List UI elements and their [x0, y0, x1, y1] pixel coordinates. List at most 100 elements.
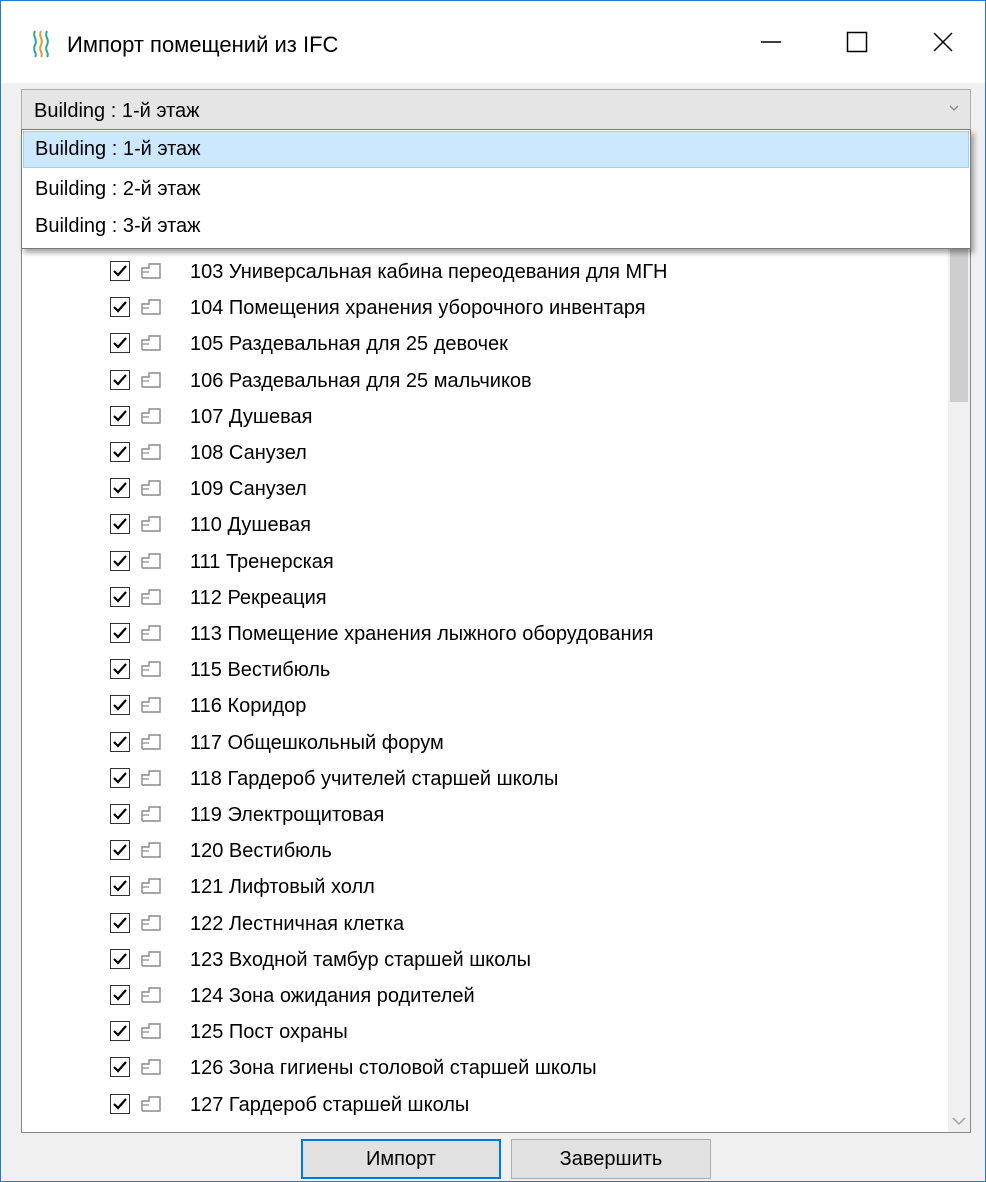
room-checkbox[interactable]: [110, 369, 130, 390]
room-checkbox[interactable]: [110, 1057, 130, 1078]
room-label: 115 Вестибюль: [190, 659, 331, 682]
room-label: 109 Санузел: [190, 478, 307, 501]
checkmark-icon: [113, 627, 127, 639]
room-icon: [141, 444, 161, 460]
checkmark-icon: [113, 699, 127, 711]
rooms-tree-list[interactable]: 103 Универсальная кабина переодевания дл…: [21, 129, 971, 1133]
room-row[interactable]: 120 Вестибюль: [22, 833, 950, 869]
room-checkbox[interactable]: [110, 550, 130, 571]
room-checkbox[interactable]: [110, 1021, 130, 1042]
level-option[interactable]: Building : 2-й этаж: [23, 171, 969, 208]
room-row[interactable]: 110 Душевая: [22, 507, 950, 543]
room-row[interactable]: 126 Зона гигиены столовой старшей школы: [22, 1050, 950, 1086]
room-row[interactable]: 111 Тренерская: [22, 544, 950, 580]
room-label: 116 Коридор: [190, 695, 307, 718]
room-checkbox[interactable]: [110, 1093, 130, 1114]
scrollbar-thumb[interactable]: [950, 242, 968, 402]
room-icon: [141, 697, 161, 714]
room-checkbox[interactable]: [110, 731, 130, 752]
checkmark-icon: [113, 916, 127, 929]
import-button[interactable]: Импорт: [301, 1139, 501, 1179]
level-option[interactable]: Building : 1-й этаж: [23, 131, 969, 168]
room-icon: [141, 516, 161, 533]
room-label: 110 Душевая: [190, 514, 311, 537]
level-select-value: Building : 1-й этаж: [34, 100, 200, 122]
room-row[interactable]: 115 Вестибюль: [22, 652, 950, 688]
room-icon: [141, 914, 161, 931]
room-icon: [141, 335, 161, 352]
room-checkbox[interactable]: [110, 514, 130, 535]
room-label: 127 Гардероб старшей школы: [190, 1093, 470, 1116]
room-checkbox[interactable]: [110, 840, 130, 861]
room-row[interactable]: 122 Лестничная клетка: [22, 906, 950, 942]
checkmark-icon: [113, 265, 127, 277]
room-row[interactable]: 105 Раздевальная для 25 девочек: [22, 326, 950, 362]
checkmark-icon: [113, 301, 127, 313]
room-label: 104 Помещения хранения уборочного инвент…: [190, 297, 646, 320]
vertical-scrollbar[interactable]: [948, 130, 970, 1132]
chevron-down-icon: [949, 105, 959, 111]
room-icon: [141, 1059, 161, 1076]
room-row[interactable]: 124 Зона ожидания родителей: [22, 978, 950, 1014]
room-row[interactable]: 125 Пост охраны: [22, 1014, 950, 1050]
room-checkbox[interactable]: [110, 586, 130, 607]
room-checkbox[interactable]: [110, 659, 130, 680]
room-checkbox[interactable]: [110, 297, 130, 318]
room-checkbox[interactable]: [110, 333, 130, 354]
room-label: 120 Вестибюль: [190, 840, 332, 863]
close-button[interactable]: [901, 1, 985, 83]
room-row[interactable]: 121 Лифтовый холл: [22, 869, 950, 905]
room-checkbox[interactable]: [110, 985, 130, 1005]
room-row[interactable]: 113 Помещение хранения лыжного оборудова…: [22, 616, 950, 652]
room-checkbox[interactable]: [110, 442, 130, 462]
finish-button[interactable]: Завершить: [511, 1139, 711, 1179]
room-row[interactable]: 118 Гардероб учителей старшей школы: [22, 761, 950, 797]
room-label: 126 Зона гигиены столовой старшей школы: [190, 1057, 597, 1080]
room-row[interactable]: 123 Входной тамбур старшей школы: [22, 942, 950, 978]
room-icon: [141, 408, 161, 424]
level-select[interactable]: Building : 1-й этаж: [21, 89, 971, 131]
checkmark-icon: [113, 337, 127, 349]
room-row[interactable]: 107 Душевая: [22, 399, 950, 435]
room-checkbox[interactable]: [110, 876, 130, 897]
room-label: 113 Помещение хранения лыжного оборудова…: [190, 623, 654, 645]
room-row[interactable]: 108 Санузел: [22, 435, 950, 471]
room-icon: [141, 733, 161, 750]
room-label: 103 Универсальная кабина переодевания дл…: [190, 261, 668, 283]
room-icon: [141, 770, 161, 786]
room-checkbox[interactable]: [110, 948, 130, 969]
checkmark-icon: [113, 735, 127, 748]
room-row[interactable]: 116 Коридор: [22, 688, 950, 724]
room-row[interactable]: 117 Общешкольный форум: [22, 725, 950, 761]
title-bar[interactable]: Импорт помещений из IFC: [1, 1, 985, 83]
checkmark-icon: [113, 518, 127, 530]
checkmark-icon: [113, 844, 127, 856]
room-row[interactable]: 103 Универсальная кабина переодевания дл…: [22, 254, 950, 290]
room-row[interactable]: 104 Помещения хранения уборочного инвент…: [22, 290, 950, 326]
room-icon: [141, 1023, 161, 1039]
minimize-button[interactable]: [729, 1, 813, 83]
room-checkbox[interactable]: [110, 405, 130, 426]
steam-waves-icon: [33, 30, 49, 58]
checkmark-icon: [113, 808, 127, 820]
room-row[interactable]: 106 Раздевальная для 25 мальчиков: [22, 363, 950, 399]
room-checkbox[interactable]: [110, 623, 130, 643]
room-checkbox[interactable]: [110, 767, 130, 788]
room-row[interactable]: 112 Рекреация: [22, 580, 950, 616]
level-option[interactable]: Building : 3-й этаж: [23, 208, 969, 245]
checkmark-icon: [113, 1061, 127, 1073]
room-row[interactable]: 109 Санузел: [22, 471, 950, 507]
room-checkbox[interactable]: [110, 478, 130, 499]
maximize-button[interactable]: [815, 1, 899, 83]
checkmark-icon: [113, 554, 127, 567]
close-icon: [933, 32, 953, 52]
room-checkbox[interactable]: [110, 261, 130, 281]
room-checkbox[interactable]: [110, 804, 130, 824]
room-row[interactable]: 127 Гардероб старшей школы: [22, 1087, 950, 1123]
room-row[interactable]: 119 Электрощитовая: [22, 797, 950, 833]
scroll-down-arrow-icon[interactable]: [951, 1116, 967, 1126]
room-checkbox[interactable]: [110, 912, 130, 933]
room-icon: [141, 987, 161, 1003]
room-icon: [141, 552, 161, 569]
room-checkbox[interactable]: [110, 695, 130, 716]
